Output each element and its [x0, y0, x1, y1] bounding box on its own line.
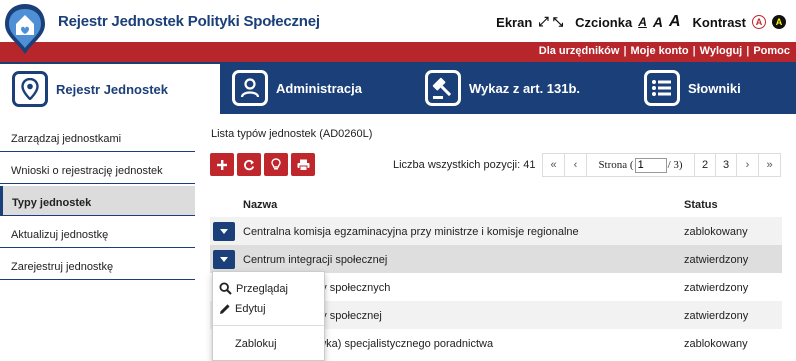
row-status: zablokowany: [684, 338, 748, 350]
print-icon: [297, 159, 309, 171]
plus-icon: [217, 159, 227, 170]
page-selector: Strona ( / 3): [586, 153, 695, 177]
font-size-medium[interactable]: A: [653, 14, 663, 30]
accessibility-controls: Ekran ⤢ ⤡ Czcionka A A A Kontrast A A: [496, 13, 786, 31]
total-count: Liczba wszystkich pozycji: 41: [393, 159, 536, 171]
tab-wykaz[interactable]: Wykaz z art. 131b.: [425, 62, 635, 114]
main-tabs: Rejestr Jednostek Administracja Wykaz z …: [0, 62, 796, 114]
link-dla-urzednikow[interactable]: Dla urzędników: [539, 45, 620, 57]
pencil-icon: [220, 304, 230, 314]
menu-item-label: Przeglądaj: [236, 282, 288, 295]
row-status: zablokowany: [684, 226, 748, 238]
column-status-header[interactable]: Status: [684, 199, 718, 211]
lightbulb-icon: [271, 158, 281, 170]
user-icon: [232, 70, 268, 106]
menu-item-label: Zablokuj: [235, 338, 277, 350]
refresh-icon: [244, 159, 255, 170]
link-wyloguj[interactable]: Wyloguj: [700, 45, 743, 57]
caret-down-icon: [220, 229, 228, 234]
print-button[interactable]: [291, 153, 315, 176]
page-2-button[interactable]: 2: [694, 153, 716, 177]
add-button[interactable]: [210, 153, 234, 176]
menu-item-edytuj[interactable]: Edytuj: [219, 303, 266, 315]
next-page-button[interactable]: ›: [736, 153, 759, 177]
tab-slowniki[interactable]: Słowniki: [644, 62, 794, 114]
tab-label: Rejestr Jednostek: [56, 81, 168, 97]
first-page-button[interactable]: «: [542, 153, 565, 177]
gavel-icon: [425, 70, 461, 106]
row-status: zatwierdzony: [684, 254, 749, 266]
map-pin-icon: [12, 71, 48, 107]
contrast-high-button[interactable]: A: [772, 15, 786, 29]
table-row: Centrum integracji społecznej zatwierdzo…: [210, 245, 782, 273]
menu-divider: [213, 325, 324, 326]
tab-label: Administracja: [276, 80, 362, 96]
caret-down-icon: [220, 257, 228, 262]
page-3-button[interactable]: 3: [715, 153, 737, 177]
sidebar-item-wnioski[interactable]: Wnioski o rejestrację jednostek: [0, 154, 195, 184]
hint-button[interactable]: [264, 153, 288, 176]
link-pomoc[interactable]: Pomoc: [753, 45, 790, 57]
table-header: Nazwa Status: [210, 197, 782, 215]
menu-item-label: Edytuj: [235, 303, 266, 315]
table-row: Centralna komisja egzaminacyjna przy min…: [210, 217, 782, 245]
font-size-large[interactable]: A: [669, 13, 681, 31]
page-input[interactable]: [634, 157, 667, 173]
shrink-screen-icon[interactable]: ⤡: [553, 14, 563, 30]
pagination: « ‹ Strona ( / 3) 2 3 › »: [542, 153, 781, 177]
tab-rejestr-jednostek[interactable]: Rejestr Jednostek: [0, 64, 220, 114]
row-actions-menu: Przeglądaj Edytuj Zablokuj: [212, 271, 325, 361]
last-page-button[interactable]: »: [758, 153, 781, 177]
tab-label: Słowniki: [688, 80, 741, 96]
sidebar-item-zarzadzaj[interactable]: Zarządzaj jednostkami: [0, 122, 195, 152]
list-icon: [644, 70, 680, 106]
kontrast-label: Kontrast: [692, 14, 746, 30]
logo-icon[interactable]: [3, 2, 47, 56]
ekran-label: Ekran: [496, 14, 533, 30]
row-name: Centrum integracji społecznej: [243, 254, 388, 266]
app-title: Rejestr Jednostek Polityki Społecznej: [58, 13, 320, 30]
sidebar-item-aktualizuj[interactable]: Aktualizuj jednostkę: [0, 218, 195, 248]
sidebar-item-zarejestruj[interactable]: Zarejestruj jednostkę: [0, 250, 195, 280]
link-moje-konto[interactable]: Moje konto: [631, 45, 689, 57]
czcionka-label: Czcionka: [575, 14, 633, 30]
row-actions-button[interactable]: [213, 250, 235, 269]
list-title: Lista typów jednostek (AD0260L): [211, 128, 373, 140]
top-header: Rejestr Jednostek Polityki Społecznej Ek…: [0, 0, 796, 54]
refresh-button[interactable]: [237, 153, 261, 176]
column-name-header[interactable]: Nazwa: [243, 199, 277, 211]
prev-page-button[interactable]: ‹: [564, 153, 587, 177]
row-status: zatwierdzony: [684, 282, 749, 294]
expand-screen-icon[interactable]: ⤢: [538, 14, 548, 30]
row-name: Centralna komisja egzaminacyjna przy min…: [243, 226, 579, 238]
contrast-normal-button[interactable]: A: [752, 15, 766, 29]
sidebar-item-typy[interactable]: Typy jednostek: [0, 186, 195, 216]
total-pages-label: / 3): [667, 159, 683, 171]
menu-item-zablokuj[interactable]: Zablokuj: [235, 338, 277, 350]
search-icon: [219, 282, 232, 295]
strona-label: Strona (: [598, 159, 634, 171]
sidebar: Zarządzaj jednostkami Wnioski o rejestra…: [0, 122, 195, 282]
tab-administracja[interactable]: Administracja: [232, 62, 412, 114]
tab-label: Wykaz z art. 131b.: [469, 80, 581, 96]
font-size-small[interactable]: A: [638, 15, 647, 29]
row-status: zatwierdzony: [684, 310, 749, 322]
row-actions-button[interactable]: [213, 222, 235, 241]
menu-item-przegladaj[interactable]: Przeglądaj: [219, 282, 288, 295]
user-links: Dla urzędników | Moje konto | Wyloguj | Pom…: [538, 45, 790, 57]
